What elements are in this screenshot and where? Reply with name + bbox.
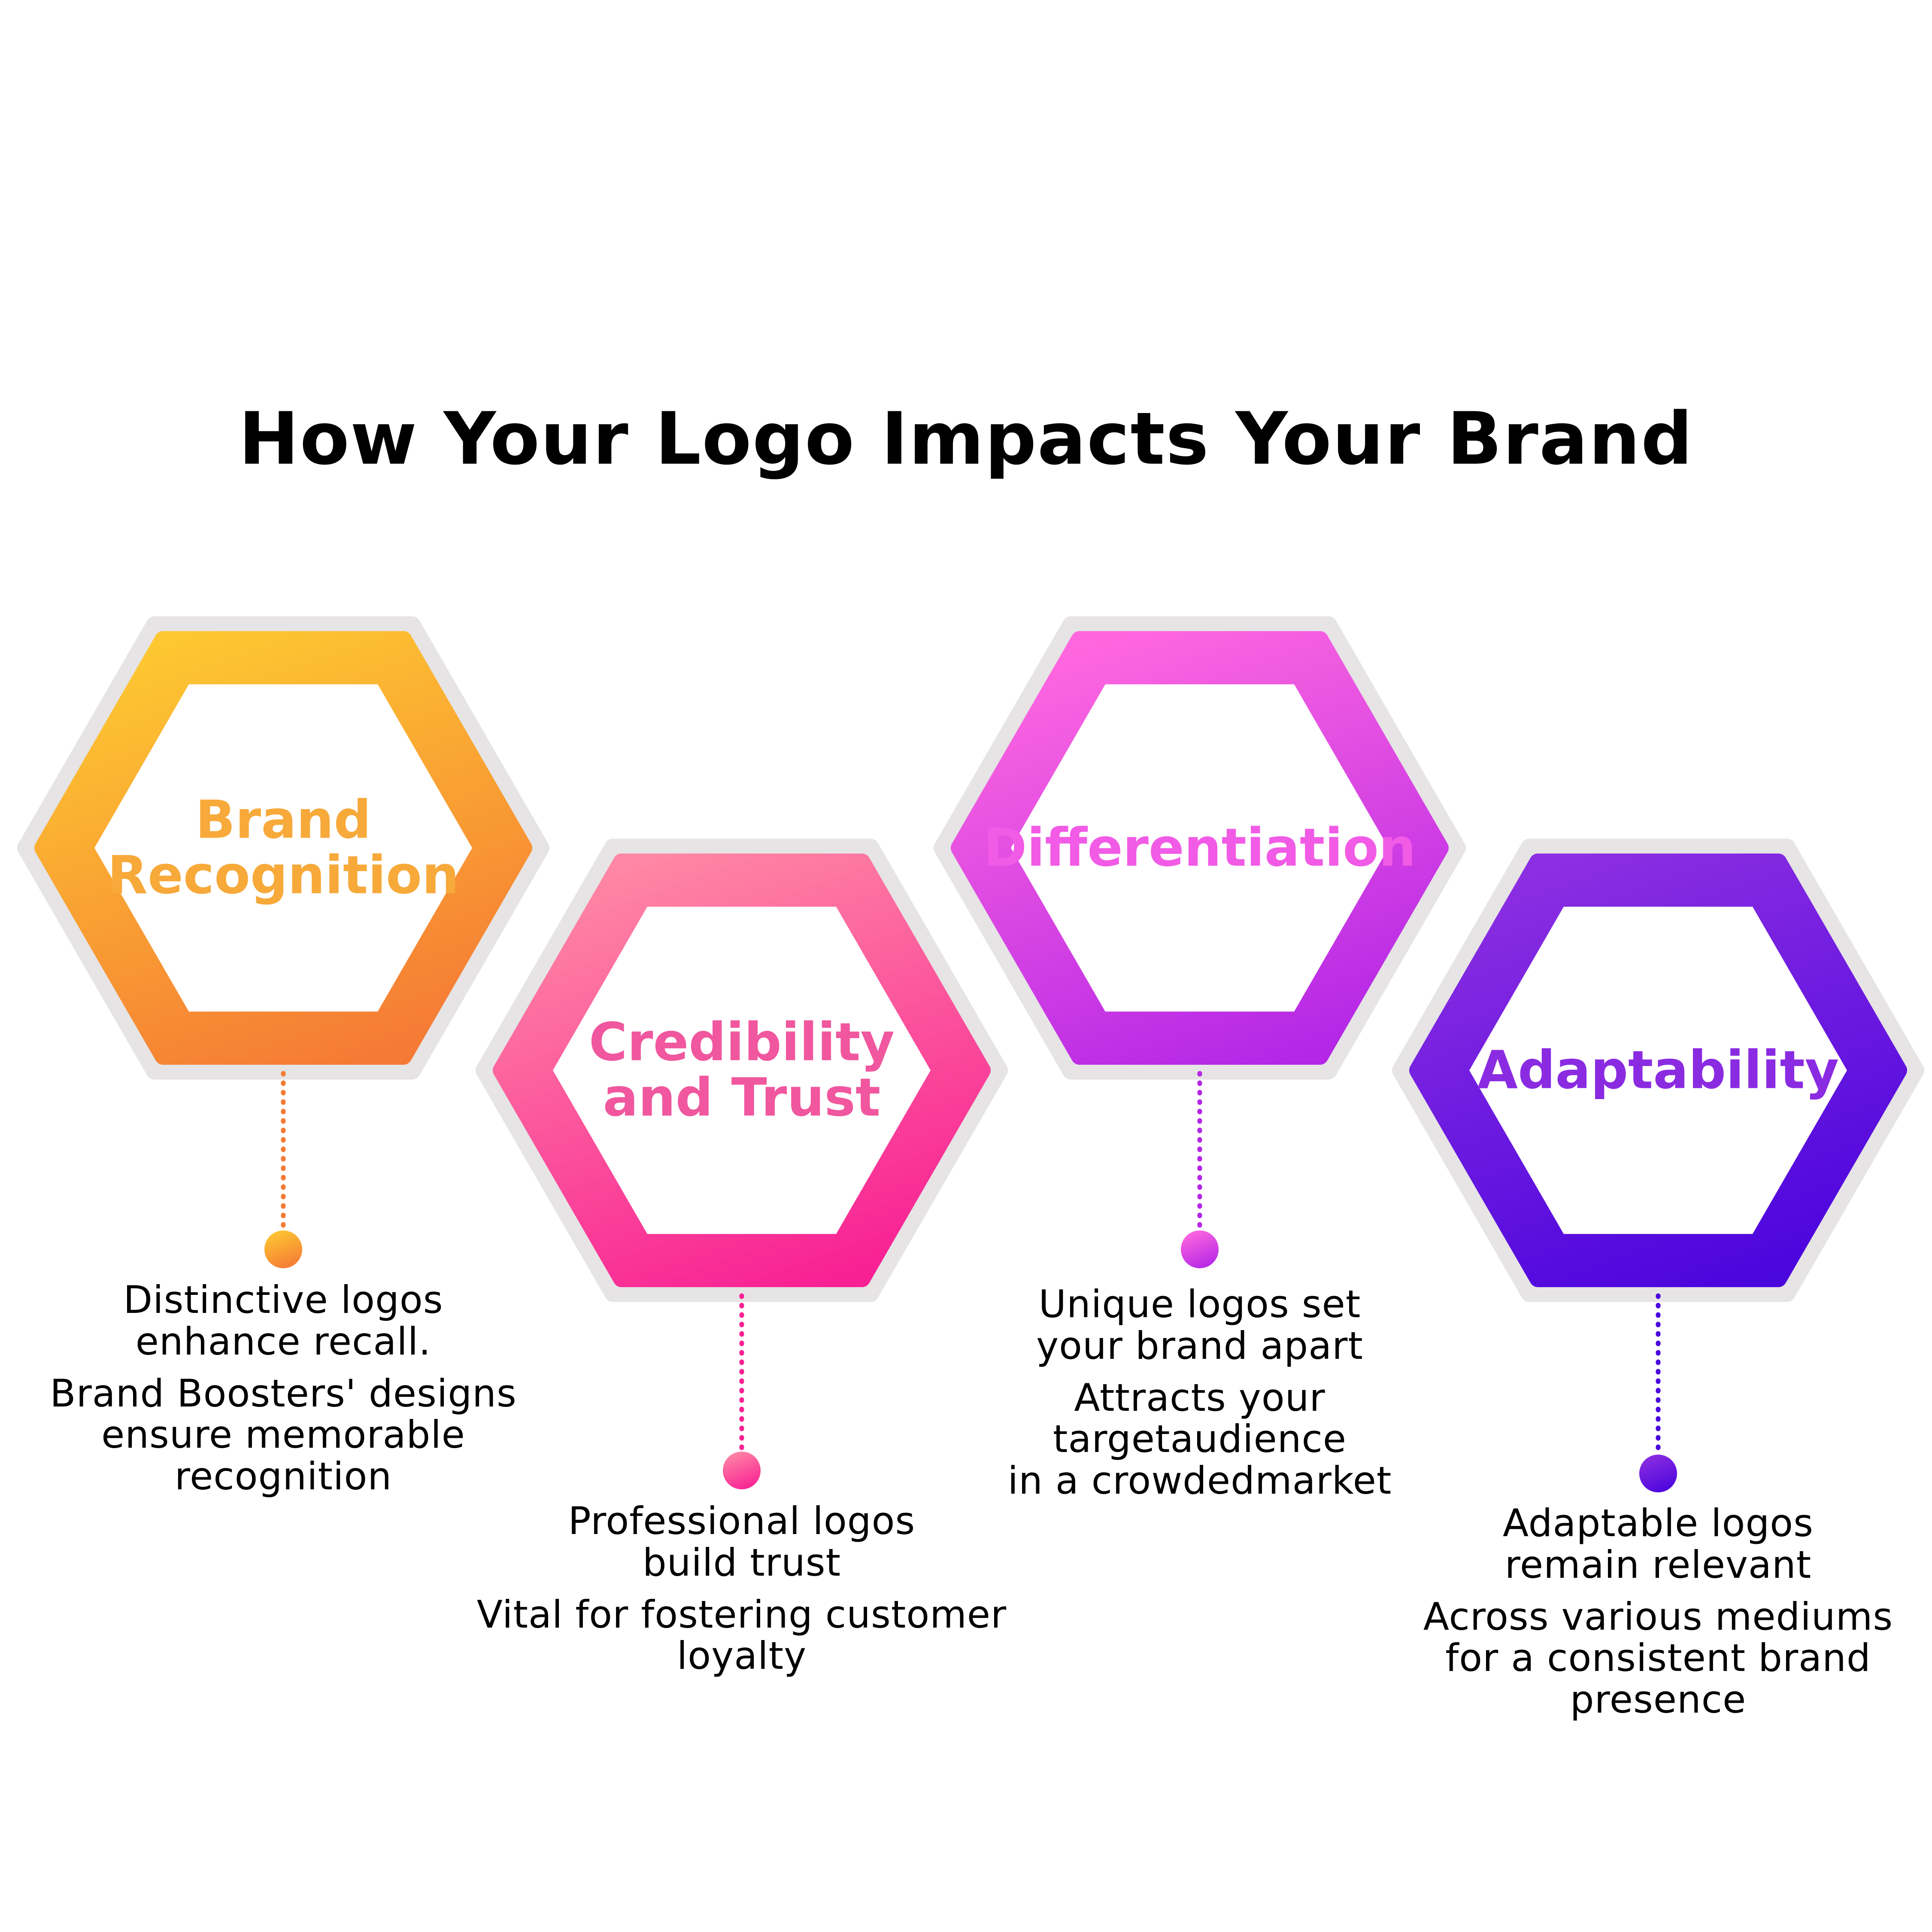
adaptability-heading: Adaptability — [1477, 1042, 1839, 1098]
description-line: Professional logos — [568, 1499, 916, 1543]
description-line: Vital for fostering customer — [476, 1592, 1007, 1637]
description-line: targetaudience — [1052, 1417, 1347, 1461]
description-line: Distinctive logos — [123, 1278, 443, 1322]
description-paragraph: Brand Boosters' designs ensure memorable r… — [50, 1373, 517, 1498]
description-paragraph: Adaptable logos remain relevant — [1423, 1501, 1893, 1587]
brand-recognition-heading: Brand Recognition — [107, 789, 459, 906]
description-line: for a consistent brand — [1445, 1636, 1871, 1680]
description-line: your brand apart — [1036, 1323, 1363, 1368]
credibility-trust-description: Professional logos build trust Vital for f… — [477, 1499, 1007, 1687]
description-line: loyalty — [676, 1634, 807, 1678]
differentiation-dot — [1181, 1230, 1219, 1268]
brand-recognition-dot — [264, 1230, 302, 1268]
description-line: build trust — [642, 1540, 841, 1585]
adaptability-description: Adaptable logos remain relevant Across var… — [1423, 1501, 1893, 1731]
description-line: Adaptable logos — [1503, 1501, 1814, 1545]
heading-line: Brand — [195, 789, 371, 851]
description-line: remain relevant — [1504, 1542, 1812, 1587]
heading-line: Credibility — [588, 1012, 895, 1073]
differentiation-heading: Differentiation — [983, 817, 1416, 878]
brand-recognition-description: Distinctive logos enhance recall. Brand Bo… — [50, 1279, 517, 1508]
description-line: Across various mediums — [1423, 1594, 1893, 1639]
credibility-trust-heading: Credibility and Trust — [589, 1015, 895, 1126]
differentiation-description: Unique logos set your brand apart Attracts… — [1008, 1282, 1392, 1512]
adaptability-dot — [1639, 1455, 1677, 1492]
description-paragraph: Distinctive logos enhance recall. — [50, 1279, 517, 1363]
description-line: Attracts your — [1074, 1375, 1325, 1420]
description-paragraph: Unique logos set your brand apart — [1008, 1282, 1392, 1368]
heading-line: Adaptability — [1477, 1039, 1839, 1101]
description-line: ensure memorable — [101, 1413, 465, 1457]
description-paragraph: Vital for fostering customer loyalty — [477, 1594, 1007, 1677]
description-line: recognition — [174, 1454, 392, 1499]
heading-line: and Trust — [603, 1067, 881, 1128]
credibility-trust-dot — [723, 1452, 761, 1489]
description-paragraph: Across various mediums for a consistent b… — [1423, 1596, 1893, 1721]
description-paragraph: Attracts your targetaudience in a crowdedm… — [1008, 1377, 1392, 1502]
description-line: presence — [1570, 1677, 1747, 1722]
description-paragraph: Professional logos build trust — [477, 1499, 1007, 1585]
heading-line: Recognition — [107, 845, 459, 906]
heading-line: Differentiation — [983, 817, 1416, 878]
infographic: How Your Logo Impacts Your Brand Brand Re… — [0, 0, 1932, 1932]
description-line: Unique logos set — [1038, 1282, 1361, 1326]
description-line: in a crowdedmarket — [1007, 1458, 1392, 1503]
description-line: Brand Boosters' designs — [50, 1371, 517, 1416]
description-line: enhance recall. — [135, 1319, 431, 1364]
